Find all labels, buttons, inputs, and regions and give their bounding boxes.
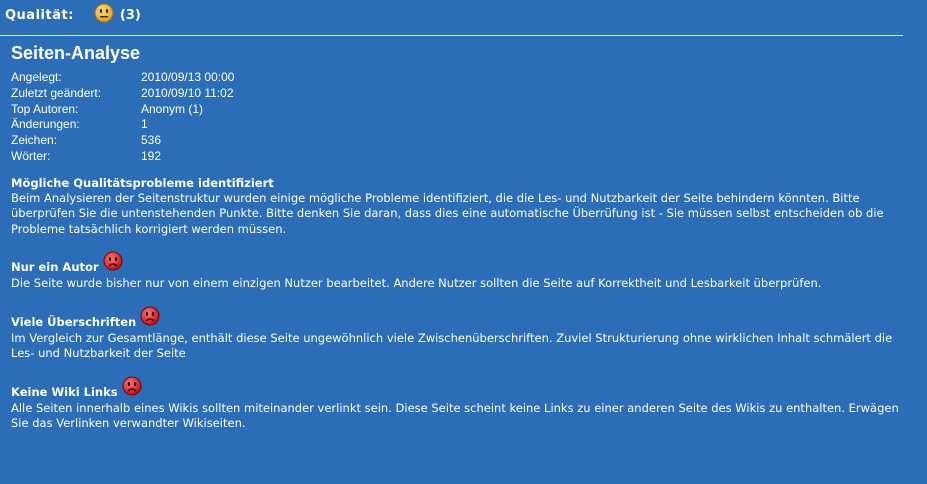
issue-no-wiki-links: Keine Wiki Links Alle Seiten innerhalb e… <box>11 376 911 432</box>
meta-row-created: Angelegt: 2010/09/13 00:00 <box>11 70 911 86</box>
meta-value: 1 <box>141 117 148 132</box>
quality-label: Qualität: <box>5 7 74 23</box>
issue-many-headings: Viele Überschriften Im Vergleich zur Ges… <box>11 306 911 362</box>
sad-face-icon <box>122 376 142 400</box>
meta-row-characters: Zeichen: 536 <box>11 133 911 149</box>
divider <box>0 35 903 36</box>
issue-title: Viele Überschriften <box>11 314 137 329</box>
issue-header: Keine Wiki Links <box>11 376 911 401</box>
sad-face-icon <box>103 251 123 275</box>
sad-face-icon <box>140 306 160 330</box>
issue-title: Keine Wiki Links <box>11 384 118 399</box>
problems-intro: Beim Analysieren der Seitenstruktur wurd… <box>11 190 884 236</box>
neutral-face-icon <box>94 3 114 27</box>
meta-key: Wörter: <box>11 148 51 163</box>
quality-bar: Qualität: (3) <box>5 3 141 27</box>
issue-text: Im Vergleich zur Gesamtlänge, enthält di… <box>11 330 893 361</box>
meta-key: Zeichen: <box>11 133 58 148</box>
meta-key: Zuletzt geändert: <box>11 85 102 100</box>
meta-value: 2010/09/10 11:02 <box>141 85 234 100</box>
meta-value: 192 <box>141 148 162 163</box>
analysis-content: Seiten-Analyse Angelegt: 2010/09/13 00:0… <box>11 42 911 432</box>
issue-header: Viele Überschriften <box>11 306 911 331</box>
meta-value: Anonym (1) <box>141 101 204 116</box>
page-analysis-panel: Qualität: (3) Seiten-Analyse Angelegt: 2… <box>0 0 927 484</box>
meta-table: Angelegt: 2010/09/13 00:00 Zuletzt geänd… <box>11 70 911 165</box>
issue-header: Nur ein Autor <box>11 251 911 276</box>
meta-value: 536 <box>141 133 162 148</box>
issue-title: Nur ein Autor <box>11 260 99 275</box>
meta-row-changes: Änderungen: 1 <box>11 117 911 133</box>
meta-key: Top Autoren: <box>11 101 79 116</box>
meta-row-authors: Top Autoren: Anonym (1) <box>11 102 911 118</box>
meta-row-modified: Zuletzt geändert: 2010/09/10 11:02 <box>11 86 911 102</box>
issue-text: Die Seite wurde bisher nur von einem ein… <box>11 276 822 291</box>
page-title: Seiten-Analyse <box>11 43 141 63</box>
issue-single-author: Nur ein Autor Die Seite wurde bisher nur… <box>11 251 911 292</box>
quality-count: (3) <box>119 7 141 23</box>
issue-text: Alle Seiten innerhalb eines Wikis sollte… <box>11 400 899 431</box>
meta-row-words: Wörter: 192 <box>11 149 911 165</box>
meta-key: Änderungen: <box>11 117 80 132</box>
meta-value: 2010/09/13 00:00 <box>141 70 235 84</box>
meta-key: Angelegt: <box>11 70 62 84</box>
problems-heading: Mögliche Qualitätsprobleme identifiziert <box>11 175 274 190</box>
